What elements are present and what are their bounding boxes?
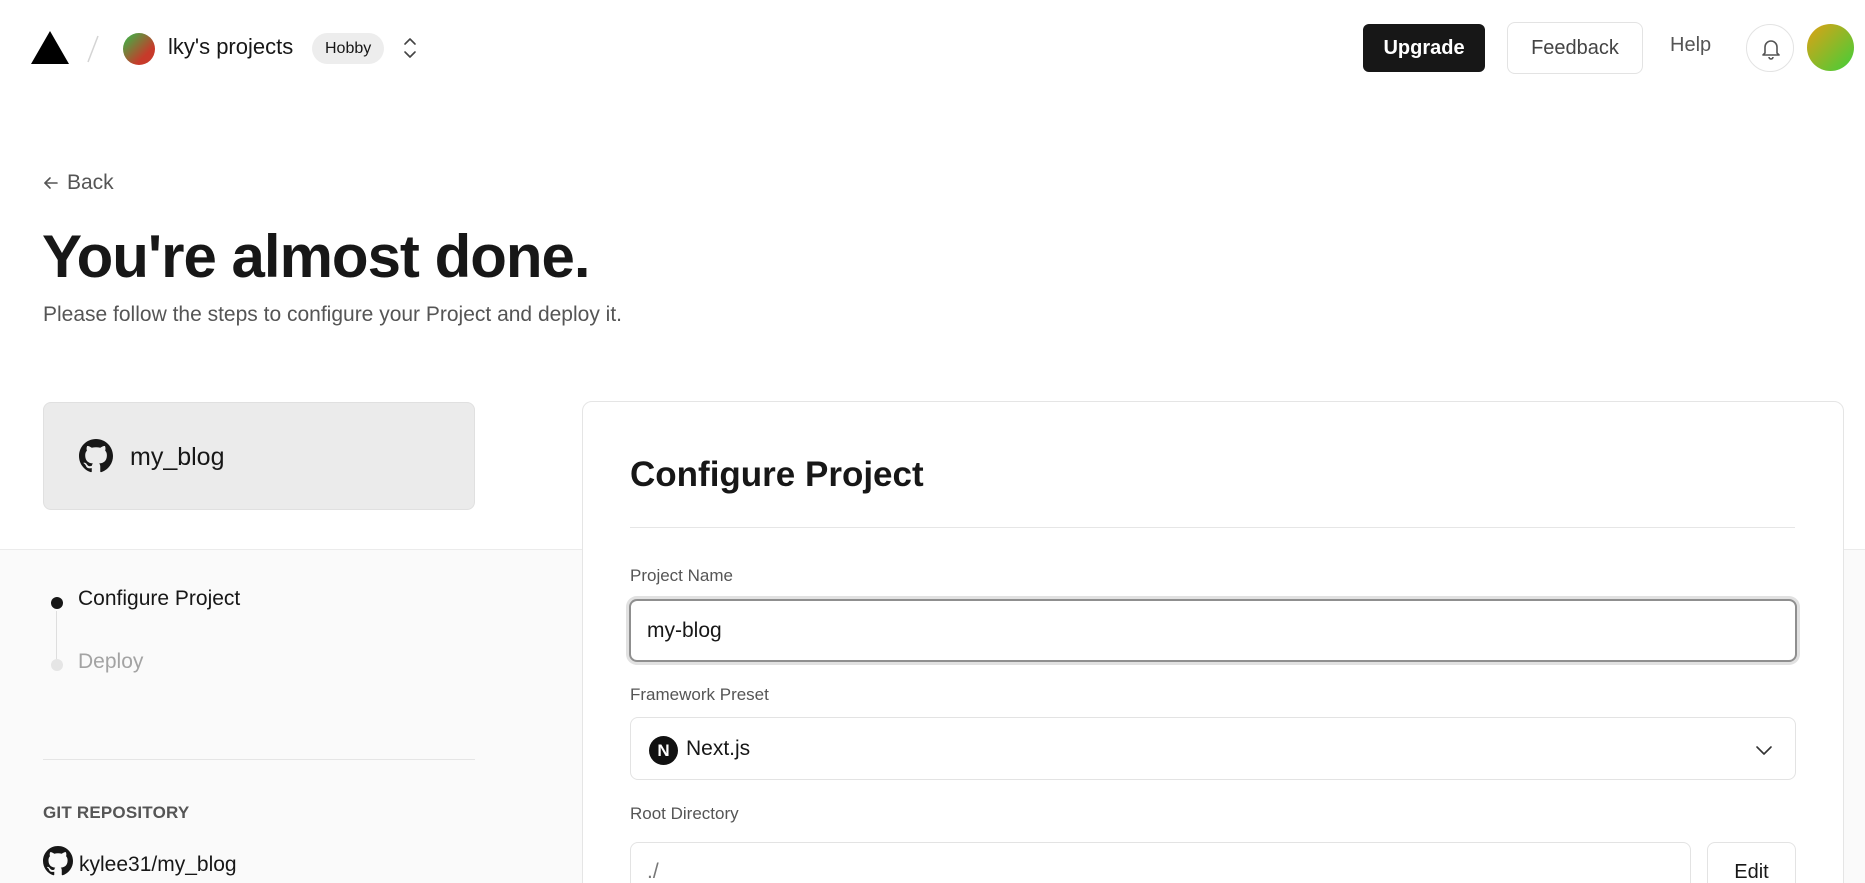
repo-card: my_blog: [43, 402, 475, 510]
framework-preset-label: Framework Preset: [630, 685, 769, 704]
framework-preset-value: Next.js: [686, 737, 751, 760]
breadcrumb-separator-icon: [87, 35, 99, 63]
step-configure-project: Configure Project: [78, 587, 241, 610]
step-deploy: Deploy: [78, 650, 144, 673]
top-navbar: lky's projects Hobby Upgrade Feedback He…: [0, 0, 1865, 96]
git-repository-label: GIT REPOSITORY: [43, 803, 190, 822]
user-avatar[interactable]: [1807, 24, 1854, 71]
framework-preset-select[interactable]: N Next.js: [630, 717, 1796, 780]
root-directory-label: Root Directory: [630, 804, 739, 823]
chevron-down-icon: [1756, 746, 1772, 755]
vercel-logo-icon[interactable]: [31, 31, 69, 64]
sidebar-divider: [43, 759, 475, 760]
github-icon: [79, 439, 113, 473]
notifications-button[interactable]: [1746, 24, 1794, 72]
project-name-label: Project Name: [630, 566, 733, 585]
team-name[interactable]: lky's projects: [168, 34, 293, 60]
step-connector: [56, 611, 57, 661]
back-label: Back: [67, 171, 114, 194]
team-switcher-chevrons-icon[interactable]: [399, 33, 421, 63]
upgrade-button[interactable]: Upgrade: [1363, 24, 1485, 72]
help-link[interactable]: Help: [1670, 34, 1711, 57]
plan-badge: Hobby: [312, 33, 385, 64]
repo-card-name: my_blog: [130, 443, 225, 471]
root-directory-input[interactable]: [630, 842, 1691, 883]
arrow-left-icon: [44, 177, 58, 189]
configure-project-title: Configure Project: [630, 455, 924, 494]
github-icon: [43, 846, 73, 876]
page-subtitle: Please follow the steps to configure you…: [43, 303, 622, 326]
edit-root-directory-button[interactable]: Edit: [1707, 842, 1796, 883]
git-repository-link[interactable]: kylee31/my_blog: [43, 846, 237, 877]
bell-icon: [1762, 40, 1780, 60]
back-link[interactable]: Back: [43, 171, 114, 195]
feedback-button[interactable]: Feedback: [1507, 22, 1643, 74]
step-active-dot: [51, 597, 63, 609]
config-divider: [630, 527, 1795, 528]
project-name-input[interactable]: [629, 599, 1797, 662]
page-title: You're almost done.: [42, 223, 591, 290]
nextjs-icon: N: [649, 736, 678, 765]
team-avatar[interactable]: [123, 33, 155, 65]
git-repository-name: kylee31/my_blog: [79, 853, 237, 876]
step-pending-dot: [51, 659, 63, 671]
